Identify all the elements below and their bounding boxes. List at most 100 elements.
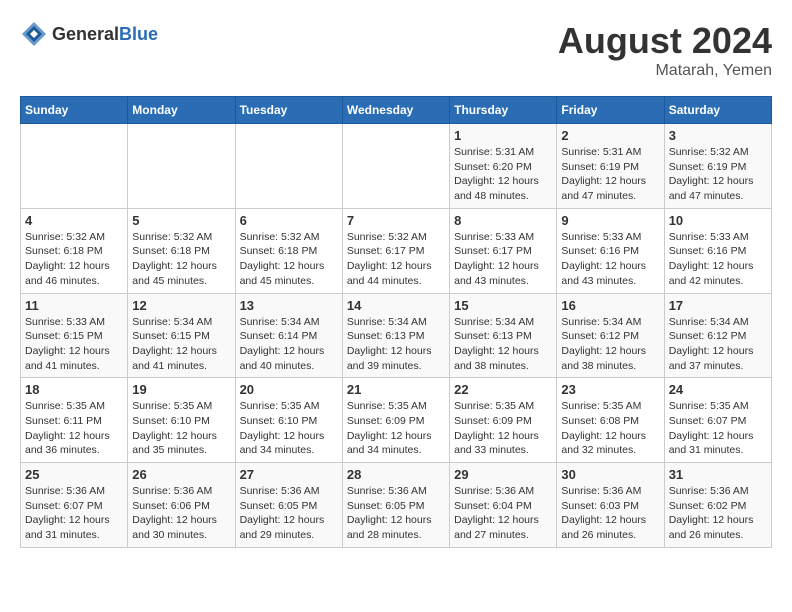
weekday-sunday: Sunday (21, 97, 128, 124)
table-row: 15 Sunrise: 5:34 AMSunset: 6:13 PMDaylig… (450, 293, 557, 378)
cell-info: Sunrise: 5:31 AMSunset: 6:19 PMDaylight:… (561, 145, 659, 204)
day-number: 12 (132, 298, 230, 313)
day-number: 28 (347, 467, 445, 482)
cell-info: Sunrise: 5:34 AMSunset: 6:15 PMDaylight:… (132, 315, 230, 374)
cell-info: Sunrise: 5:33 AMSunset: 6:16 PMDaylight:… (669, 230, 767, 289)
day-number: 24 (669, 382, 767, 397)
cell-info: Sunrise: 5:35 AMSunset: 6:09 PMDaylight:… (347, 399, 445, 458)
day-number: 15 (454, 298, 552, 313)
cell-info: Sunrise: 5:35 AMSunset: 6:07 PMDaylight:… (669, 399, 767, 458)
day-number: 16 (561, 298, 659, 313)
day-number: 27 (240, 467, 338, 482)
table-row: 14 Sunrise: 5:34 AMSunset: 6:13 PMDaylig… (342, 293, 449, 378)
cell-info: Sunrise: 5:36 AMSunset: 6:05 PMDaylight:… (240, 484, 338, 543)
table-row: 11 Sunrise: 5:33 AMSunset: 6:15 PMDaylig… (21, 293, 128, 378)
weekday-saturday: Saturday (664, 97, 771, 124)
day-number: 22 (454, 382, 552, 397)
day-number: 3 (669, 128, 767, 143)
table-row: 13 Sunrise: 5:34 AMSunset: 6:14 PMDaylig… (235, 293, 342, 378)
cell-info: Sunrise: 5:34 AMSunset: 6:12 PMDaylight:… (669, 315, 767, 374)
day-number: 9 (561, 213, 659, 228)
table-row: 17 Sunrise: 5:34 AMSunset: 6:12 PMDaylig… (664, 293, 771, 378)
cell-info: Sunrise: 5:32 AMSunset: 6:18 PMDaylight:… (240, 230, 338, 289)
cell-info: Sunrise: 5:34 AMSunset: 6:14 PMDaylight:… (240, 315, 338, 374)
table-row: 6 Sunrise: 5:32 AMSunset: 6:18 PMDayligh… (235, 208, 342, 293)
table-row: 9 Sunrise: 5:33 AMSunset: 6:16 PMDayligh… (557, 208, 664, 293)
day-number: 14 (347, 298, 445, 313)
calendar-body: 1 Sunrise: 5:31 AMSunset: 6:20 PMDayligh… (21, 124, 772, 548)
cell-info: Sunrise: 5:32 AMSunset: 6:19 PMDaylight:… (669, 145, 767, 204)
weekday-tuesday: Tuesday (235, 97, 342, 124)
logo-icon (20, 20, 48, 48)
day-number: 21 (347, 382, 445, 397)
cell-info: Sunrise: 5:35 AMSunset: 6:11 PMDaylight:… (25, 399, 123, 458)
cell-info: Sunrise: 5:36 AMSunset: 6:07 PMDaylight:… (25, 484, 123, 543)
table-row (21, 124, 128, 209)
week-row-5: 25 Sunrise: 5:36 AMSunset: 6:07 PMDaylig… (21, 463, 772, 548)
day-number: 29 (454, 467, 552, 482)
table-row (342, 124, 449, 209)
weekday-row: Sunday Monday Tuesday Wednesday Thursday… (21, 97, 772, 124)
day-number: 18 (25, 382, 123, 397)
table-row: 16 Sunrise: 5:34 AMSunset: 6:12 PMDaylig… (557, 293, 664, 378)
cell-info: Sunrise: 5:36 AMSunset: 6:06 PMDaylight:… (132, 484, 230, 543)
cell-info: Sunrise: 5:33 AMSunset: 6:15 PMDaylight:… (25, 315, 123, 374)
table-row: 12 Sunrise: 5:34 AMSunset: 6:15 PMDaylig… (128, 293, 235, 378)
table-row: 3 Sunrise: 5:32 AMSunset: 6:19 PMDayligh… (664, 124, 771, 209)
logo-general: General (52, 24, 119, 44)
day-number: 30 (561, 467, 659, 482)
week-row-3: 11 Sunrise: 5:33 AMSunset: 6:15 PMDaylig… (21, 293, 772, 378)
day-number: 6 (240, 213, 338, 228)
cell-info: Sunrise: 5:35 AMSunset: 6:10 PMDaylight:… (240, 399, 338, 458)
day-number: 7 (347, 213, 445, 228)
calendar-title: August 2024 (558, 20, 772, 62)
title-block: August 2024 Matarah, Yemen (558, 20, 772, 80)
calendar-table: Sunday Monday Tuesday Wednesday Thursday… (20, 96, 772, 548)
cell-info: Sunrise: 5:32 AMSunset: 6:18 PMDaylight:… (132, 230, 230, 289)
table-row: 1 Sunrise: 5:31 AMSunset: 6:20 PMDayligh… (450, 124, 557, 209)
cell-info: Sunrise: 5:35 AMSunset: 6:09 PMDaylight:… (454, 399, 552, 458)
day-number: 1 (454, 128, 552, 143)
table-row: 2 Sunrise: 5:31 AMSunset: 6:19 PMDayligh… (557, 124, 664, 209)
cell-info: Sunrise: 5:34 AMSunset: 6:13 PMDaylight:… (454, 315, 552, 374)
day-number: 2 (561, 128, 659, 143)
day-number: 23 (561, 382, 659, 397)
cell-info: Sunrise: 5:36 AMSunset: 6:02 PMDaylight:… (669, 484, 767, 543)
cell-info: Sunrise: 5:31 AMSunset: 6:20 PMDaylight:… (454, 145, 552, 204)
day-number: 5 (132, 213, 230, 228)
cell-info: Sunrise: 5:34 AMSunset: 6:13 PMDaylight:… (347, 315, 445, 374)
table-row (235, 124, 342, 209)
weekday-friday: Friday (557, 97, 664, 124)
day-number: 26 (132, 467, 230, 482)
calendar-header: Sunday Monday Tuesday Wednesday Thursday… (21, 97, 772, 124)
calendar-location: Matarah, Yemen (558, 62, 772, 80)
day-number: 10 (669, 213, 767, 228)
table-row: 30 Sunrise: 5:36 AMSunset: 6:03 PMDaylig… (557, 463, 664, 548)
table-row: 8 Sunrise: 5:33 AMSunset: 6:17 PMDayligh… (450, 208, 557, 293)
table-row (128, 124, 235, 209)
table-row: 4 Sunrise: 5:32 AMSunset: 6:18 PMDayligh… (21, 208, 128, 293)
day-number: 19 (132, 382, 230, 397)
day-number: 11 (25, 298, 123, 313)
cell-info: Sunrise: 5:34 AMSunset: 6:12 PMDaylight:… (561, 315, 659, 374)
table-row: 22 Sunrise: 5:35 AMSunset: 6:09 PMDaylig… (450, 378, 557, 463)
cell-info: Sunrise: 5:36 AMSunset: 6:03 PMDaylight:… (561, 484, 659, 543)
table-row: 25 Sunrise: 5:36 AMSunset: 6:07 PMDaylig… (21, 463, 128, 548)
cell-info: Sunrise: 5:35 AMSunset: 6:10 PMDaylight:… (132, 399, 230, 458)
weekday-thursday: Thursday (450, 97, 557, 124)
table-row: 26 Sunrise: 5:36 AMSunset: 6:06 PMDaylig… (128, 463, 235, 548)
weekday-wednesday: Wednesday (342, 97, 449, 124)
day-number: 17 (669, 298, 767, 313)
cell-info: Sunrise: 5:33 AMSunset: 6:16 PMDaylight:… (561, 230, 659, 289)
table-row: 10 Sunrise: 5:33 AMSunset: 6:16 PMDaylig… (664, 208, 771, 293)
table-row: 28 Sunrise: 5:36 AMSunset: 6:05 PMDaylig… (342, 463, 449, 548)
table-row: 21 Sunrise: 5:35 AMSunset: 6:09 PMDaylig… (342, 378, 449, 463)
day-number: 4 (25, 213, 123, 228)
week-row-2: 4 Sunrise: 5:32 AMSunset: 6:18 PMDayligh… (21, 208, 772, 293)
logo: GeneralBlue (20, 20, 158, 48)
table-row: 24 Sunrise: 5:35 AMSunset: 6:07 PMDaylig… (664, 378, 771, 463)
day-number: 20 (240, 382, 338, 397)
day-number: 31 (669, 467, 767, 482)
day-number: 8 (454, 213, 552, 228)
week-row-1: 1 Sunrise: 5:31 AMSunset: 6:20 PMDayligh… (21, 124, 772, 209)
